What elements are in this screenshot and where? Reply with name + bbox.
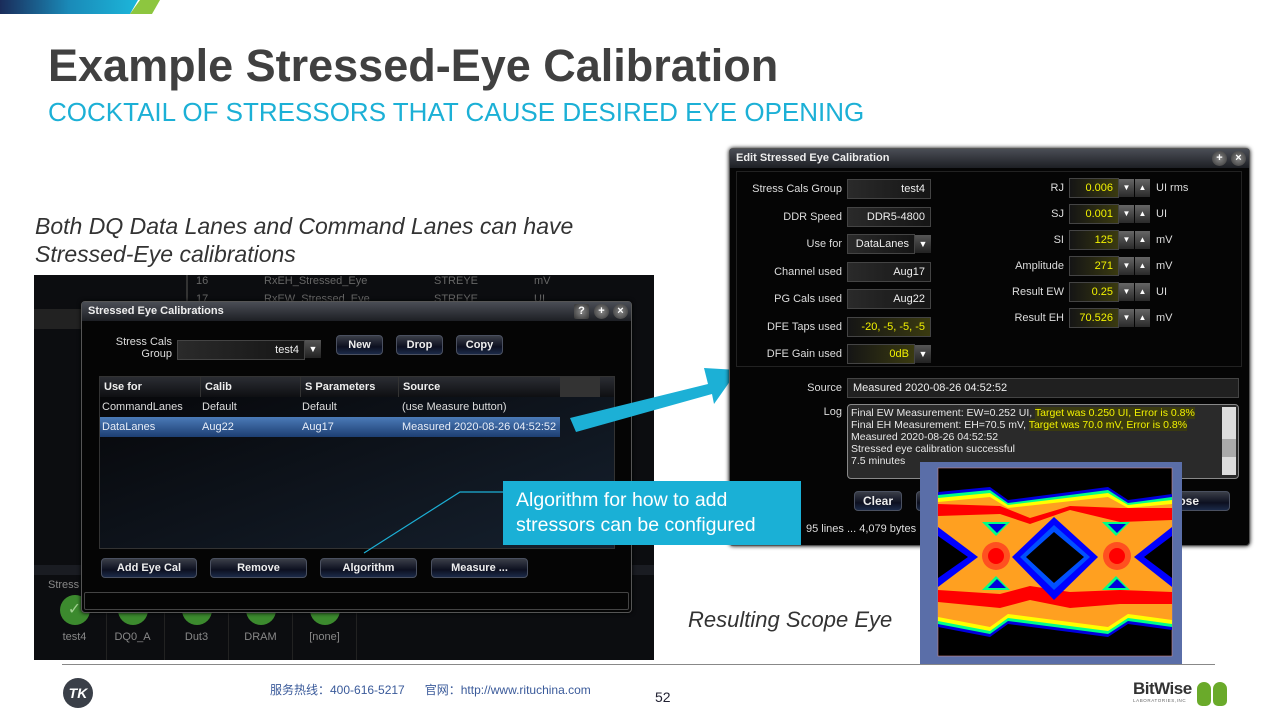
increment-icon[interactable]: ▲ bbox=[1135, 283, 1150, 301]
increment-icon[interactable]: ▲ bbox=[1135, 179, 1150, 197]
param-value[interactable]: 70.526 bbox=[1069, 308, 1119, 328]
maximize-icon[interactable]: + bbox=[1212, 151, 1227, 166]
field-label: Stress Cals Group bbox=[752, 183, 842, 195]
status-text: 95 lines ... 4,079 bytes bbox=[806, 523, 917, 535]
param-label: Result EW bbox=[1012, 286, 1064, 298]
param-value[interactable]: 271 bbox=[1069, 256, 1119, 276]
chevron-down-icon[interactable]: ▼ bbox=[915, 345, 931, 363]
param-unit: UI bbox=[1156, 208, 1167, 220]
param-value[interactable]: 0.25 bbox=[1069, 282, 1119, 302]
footer-contact: 服务热线：400-616-5217 官网：http://www.rituchina… bbox=[270, 681, 591, 698]
field-value[interactable]: DDR5-4800 bbox=[847, 206, 931, 227]
param-unit: mV bbox=[1156, 312, 1173, 324]
param-label: SI bbox=[1053, 234, 1064, 246]
log-line: Final EH Measurement: EH=70.5 mV, Target… bbox=[851, 419, 1188, 431]
param-unit: mV bbox=[1156, 234, 1173, 246]
field-value[interactable]: DataLanes bbox=[847, 234, 915, 254]
field-value[interactable]: test4 bbox=[847, 179, 931, 199]
arrow-icon bbox=[570, 368, 738, 432]
field-label: DFE Taps used bbox=[766, 320, 842, 333]
param-value[interactable]: 125 bbox=[1069, 230, 1119, 250]
scope-caption: Resulting Scope Eye bbox=[688, 607, 893, 632]
clear-button[interactable]: Clear bbox=[854, 491, 902, 511]
param-label: RJ bbox=[1050, 182, 1064, 194]
tk-logo: TK bbox=[63, 678, 93, 708]
param-label: Amplitude bbox=[1015, 260, 1064, 272]
dialog-title-bar: Edit Stressed Eye Calibration + × bbox=[730, 149, 1249, 168]
field-value[interactable]: Aug17 bbox=[847, 261, 931, 282]
decrement-icon[interactable]: ▼ bbox=[1119, 179, 1134, 197]
log-scrollbar[interactable] bbox=[1222, 407, 1236, 475]
log-label: Log bbox=[823, 406, 842, 418]
field-label: DDR Speed bbox=[783, 210, 842, 223]
increment-icon[interactable]: ▲ bbox=[1135, 257, 1150, 275]
owl-icon bbox=[1213, 682, 1227, 706]
bitwise-logo: BitWise LABORATORIES,INC bbox=[1133, 680, 1229, 710]
field-label: Use for bbox=[806, 238, 842, 250]
algorithm-callout: Algorithm for how to add stressors can be… bbox=[503, 481, 801, 545]
footer-divider bbox=[62, 664, 1215, 665]
log-line: Stressed eye calibration successful bbox=[851, 443, 1015, 455]
increment-icon[interactable]: ▲ bbox=[1135, 205, 1150, 223]
increment-icon[interactable]: ▲ bbox=[1135, 309, 1150, 327]
log-line: Final EW Measurement: EW=0.252 UI, Targe… bbox=[851, 407, 1195, 419]
scope-eye-diagram bbox=[920, 462, 1182, 664]
decrement-icon[interactable]: ▼ bbox=[1119, 231, 1134, 249]
source-field[interactable]: Measured 2020-08-26 04:52:52 bbox=[847, 378, 1239, 398]
page-number: 52 bbox=[655, 689, 671, 705]
param-unit: UI bbox=[1156, 286, 1167, 298]
param-value[interactable]: 0.006 bbox=[1069, 178, 1119, 198]
owl-icon bbox=[1197, 682, 1211, 706]
decrement-icon[interactable]: ▼ bbox=[1119, 205, 1134, 223]
footer-hotline: 服务热线：400-616-5217 bbox=[270, 683, 405, 697]
increment-icon[interactable]: ▲ bbox=[1135, 231, 1150, 249]
field-value[interactable]: Aug22 bbox=[847, 289, 931, 309]
decrement-icon[interactable]: ▼ bbox=[1119, 309, 1134, 327]
param-value[interactable]: 0.001 bbox=[1069, 204, 1119, 224]
close-icon[interactable]: × bbox=[1231, 151, 1246, 166]
param-label: Result EH bbox=[1014, 312, 1064, 324]
source-label: Source bbox=[807, 382, 842, 394]
log-line: Measured 2020-08-26 04:52:52 bbox=[851, 431, 999, 443]
decrement-icon[interactable]: ▼ bbox=[1119, 283, 1134, 301]
param-unit: UI rms bbox=[1156, 182, 1189, 194]
field-value[interactable]: 0dB bbox=[847, 344, 915, 364]
field-label: PG Cals used bbox=[774, 293, 842, 305]
field-value[interactable]: -20, -5, -5, -5 bbox=[847, 316, 931, 337]
footer-website[interactable]: 官网：http://www.rituchina.com bbox=[425, 683, 591, 697]
param-label: SJ bbox=[1051, 208, 1064, 220]
decrement-icon[interactable]: ▼ bbox=[1119, 257, 1134, 275]
chevron-down-icon[interactable]: ▼ bbox=[915, 235, 931, 253]
callout-connector bbox=[363, 491, 503, 554]
field-label: DFE Gain used bbox=[766, 348, 842, 360]
param-unit: mV bbox=[1156, 260, 1173, 272]
field-label: Channel used bbox=[774, 265, 842, 278]
